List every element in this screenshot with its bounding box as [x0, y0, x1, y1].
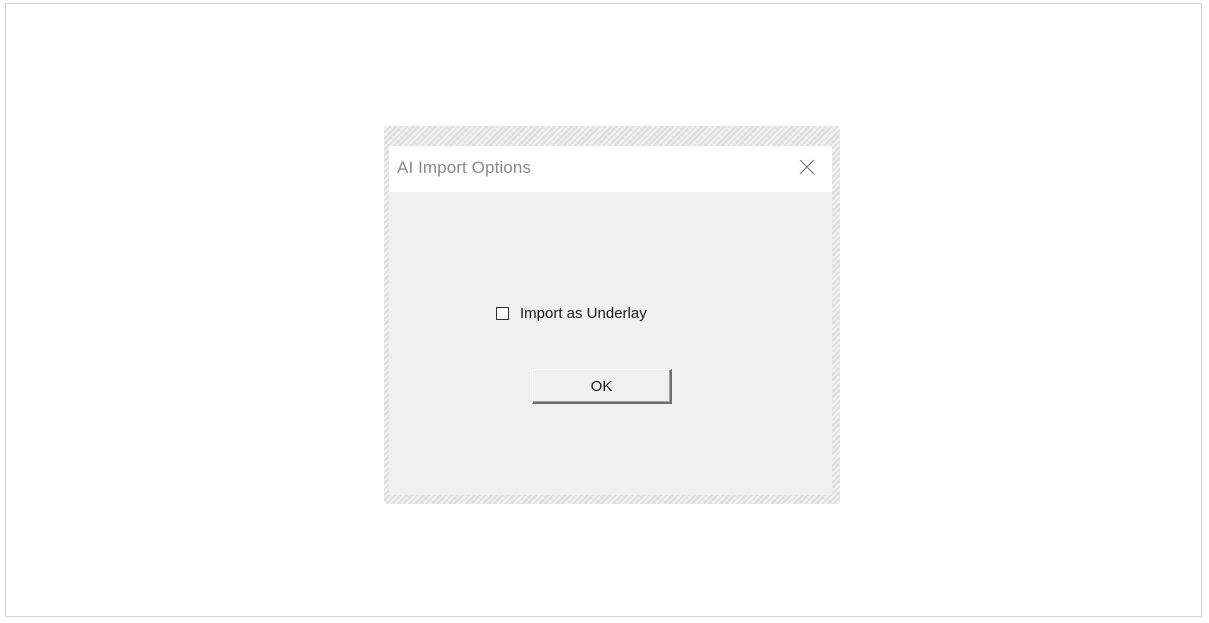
- import-as-underlay-label: Import as Underlay: [520, 304, 647, 322]
- import-as-underlay-option[interactable]: Import as Underlay: [496, 303, 647, 323]
- ai-import-options-dialog: AI Import Options Import as Underlay OK: [389, 146, 832, 495]
- ok-button[interactable]: OK: [532, 369, 672, 404]
- close-button[interactable]: [796, 156, 818, 178]
- dialog-title: AI Import Options: [397, 158, 531, 177]
- close-icon: [799, 159, 815, 175]
- dialog-titlebar[interactable]: AI Import Options: [389, 146, 832, 192]
- import-as-underlay-checkbox[interactable]: [496, 306, 509, 320]
